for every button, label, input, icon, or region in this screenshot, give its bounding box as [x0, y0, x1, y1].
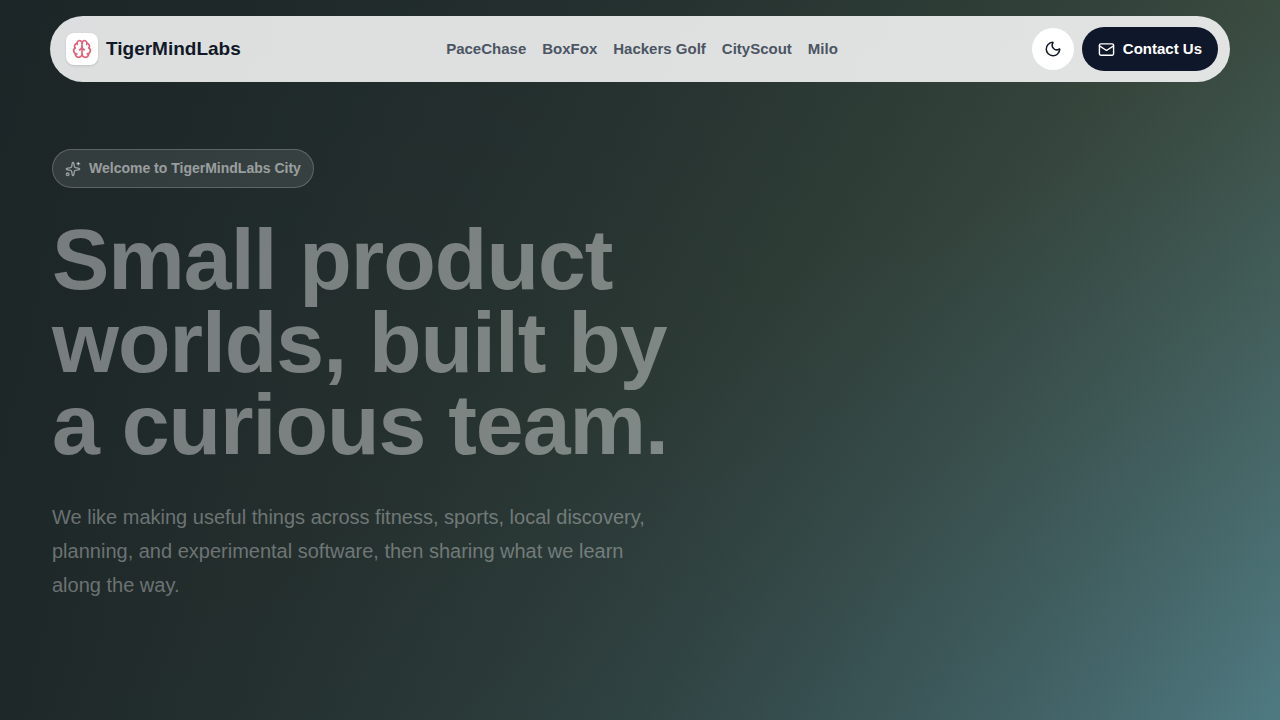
hero-subtitle: We like making useful things across fitn… — [52, 500, 645, 602]
mail-icon — [1098, 41, 1115, 58]
nav-link[interactable]: PaceChase — [446, 38, 526, 61]
contact-button[interactable]: Contact Us — [1082, 27, 1218, 71]
landing-page: TigerMindLabs PaceChase BoxFox Hackers Golf… — [0, 0, 1280, 720]
nav-link[interactable]: BoxFox — [542, 38, 597, 61]
moon-icon — [1044, 40, 1062, 58]
nav-link[interactable]: CityScout — [722, 38, 792, 61]
nav-link[interactable]: Hackers Golf — [613, 38, 706, 61]
navbar: TigerMindLabs PaceChase BoxFox Hackers Golf… — [50, 16, 1230, 82]
nav-link[interactable]: Milo — [808, 38, 838, 61]
theme-toggle-button[interactable] — [1032, 28, 1074, 70]
sparkles-icon — [65, 161, 81, 177]
logo-icon[interactable] — [66, 33, 98, 65]
welcome-badge: Welcome to TigerMindLabs City — [52, 149, 314, 188]
hero: Welcome to TigerMindLabs City Small produ… — [0, 82, 1280, 602]
brand-name[interactable]: TigerMindLabs — [106, 35, 241, 64]
hero-title: Small productworlds, built bya curious t… — [52, 218, 668, 466]
